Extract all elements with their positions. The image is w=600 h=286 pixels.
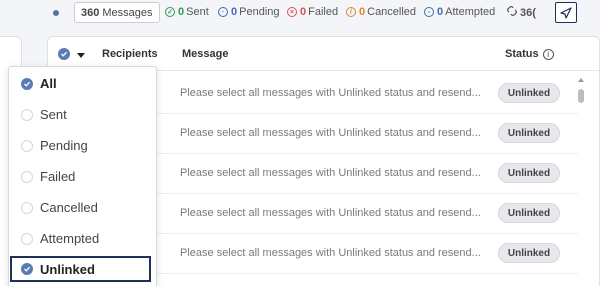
select-all-checkbox[interactable] <box>58 48 70 60</box>
radio-unchecked-icon <box>21 201 33 214</box>
send-button[interactable] <box>555 2 577 23</box>
scroll-up-arrow-icon[interactable] <box>578 78 584 82</box>
filter-option-cancelled[interactable]: Cancelled <box>9 192 156 223</box>
stat-failed[interactable]: × 0 Failed <box>287 6 338 18</box>
select-filter-caret-icon[interactable] <box>77 53 85 58</box>
radio-checked-icon <box>21 77 33 90</box>
info-icon[interactable]: i <box>542 48 554 60</box>
header-message[interactable]: Message <box>182 48 228 60</box>
header-status[interactable]: Status i <box>505 48 554 60</box>
stat-attempted[interactable]: - 0 Attempted <box>424 6 495 18</box>
stat-sent[interactable]: ✓ 0 Sent <box>165 6 209 18</box>
stat-pending[interactable]: · 0 Pending <box>218 6 280 18</box>
message-cell: Please select all messages with Unlinked… <box>180 87 481 99</box>
radio-unchecked-icon <box>21 139 33 152</box>
filter-option-unlinked[interactable]: Unlinked <box>10 256 151 282</box>
status-filter-dropdown: All Sent Pending Failed Cancelled Attemp… <box>8 66 157 286</box>
radio-unchecked-icon <box>21 232 33 245</box>
message-cell: Please select all messages with Unlinked… <box>180 167 481 179</box>
send-icon <box>560 6 572 19</box>
message-cell: Please select all messages with Unlinked… <box>180 247 481 259</box>
status-dot <box>53 10 59 16</box>
filter-option-all[interactable]: All <box>9 68 156 99</box>
status-badge: Unlinked <box>498 163 560 183</box>
attempted-icon: - <box>424 7 434 17</box>
filter-option-failed[interactable]: Failed <box>9 161 156 192</box>
message-count-label: Messages <box>102 6 153 19</box>
stat-unlinked[interactable]: 36( <box>507 6 538 19</box>
check-circle-icon: ✓ <box>165 7 175 17</box>
status-badge: Unlinked <box>498 123 560 143</box>
message-count-badge[interactable]: 360 Messages <box>74 2 160 23</box>
clock-icon: · <box>218 7 228 17</box>
stat-cancelled[interactable]: / 0 Cancelled <box>346 6 416 18</box>
status-badge: Unlinked <box>498 83 560 103</box>
filter-option-sent[interactable]: Sent <box>9 99 156 130</box>
radio-checked-icon <box>21 263 33 275</box>
filter-option-attempted[interactable]: Attempted <box>9 223 156 254</box>
filter-option-pending[interactable]: Pending <box>9 130 156 161</box>
cancel-icon: / <box>346 7 356 17</box>
status-summary-bar: 360 Messages ✓ 0 Sent · 0 Pending × 0 Fa… <box>0 0 600 28</box>
x-circle-icon: × <box>287 7 297 17</box>
message-count-value: 360 <box>81 6 100 19</box>
header-recipients[interactable]: Recipients <box>102 48 158 60</box>
unlink-icon <box>507 6 517 19</box>
radio-unchecked-icon <box>21 170 33 183</box>
radio-unchecked-icon <box>21 108 33 121</box>
status-badge: Unlinked <box>498 243 560 263</box>
status-badge: Unlinked <box>498 203 560 223</box>
message-cell: Please select all messages with Unlinked… <box>180 207 481 219</box>
scrollbar-thumb[interactable] <box>578 89 584 103</box>
message-cell: Please select all messages with Unlinked… <box>180 127 481 139</box>
